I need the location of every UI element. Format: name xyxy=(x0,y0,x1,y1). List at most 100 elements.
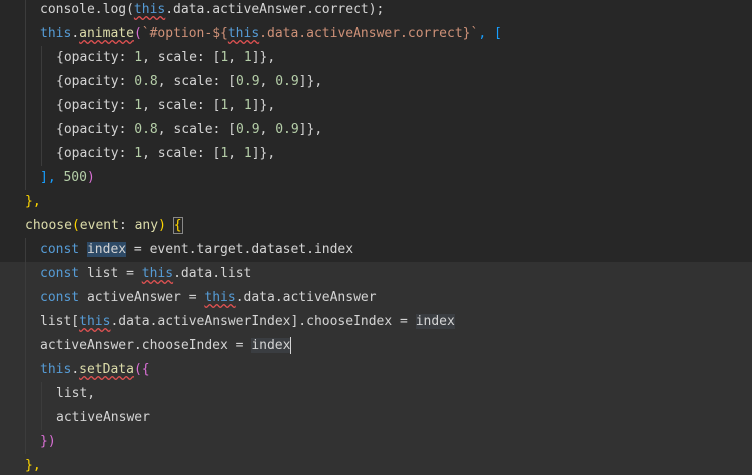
code-line[interactable]: const index = event.target.dataset.index xyxy=(0,238,752,262)
indent-guide xyxy=(25,262,26,286)
code-token: {opacity: xyxy=(56,74,135,89)
code-token: activeAnswer xyxy=(56,410,150,425)
code-token: ]}, xyxy=(251,98,276,113)
code-token: this xyxy=(40,362,72,377)
code-token: list = xyxy=(79,266,142,281)
code-token: , scale: [ xyxy=(157,122,237,137)
code-line[interactable]: choose(event: any) { xyxy=(0,214,752,238)
code-token: 1 xyxy=(134,50,143,65)
code-token: this xyxy=(79,314,111,329)
word-highlight: index xyxy=(251,338,291,353)
indent-guide xyxy=(41,94,42,118)
code-token: 0.9 xyxy=(236,122,260,137)
text-cursor xyxy=(290,337,292,354)
code-token: list, xyxy=(56,386,96,401)
code-token: 0.9 xyxy=(275,74,299,89)
code-token: = event.target.dataset.index xyxy=(126,242,354,257)
code-token: 0.9 xyxy=(275,122,299,137)
indent-guide xyxy=(25,382,26,406)
indent-guide xyxy=(41,142,42,166)
code-token: , scale: [ xyxy=(142,50,221,65)
indent-guide xyxy=(25,334,26,358)
indent-guide xyxy=(25,22,26,46)
indent-guide xyxy=(25,46,26,70)
code-token: : xyxy=(118,218,135,233)
code-token: .data.list xyxy=(173,266,252,281)
code-token: }) xyxy=(40,434,56,449)
code-line[interactable]: {opacity: 0.8, scale: [0.9, 0.9]}, xyxy=(0,70,752,94)
code-line[interactable]: list, xyxy=(0,382,752,406)
code-token: , scale: [ xyxy=(142,146,221,161)
code-token: }, xyxy=(25,194,41,209)
current-line[interactable]: activeAnswer.chooseIndex = index xyxy=(0,334,752,358)
code-token: ]}, xyxy=(298,74,323,89)
code-token: , xyxy=(228,50,244,65)
code-token: ]}, xyxy=(251,50,276,65)
code-line[interactable]: }) xyxy=(0,430,752,454)
code-token: ) xyxy=(86,170,95,185)
code-line[interactable]: this.setData({ xyxy=(0,358,752,382)
code-token: . xyxy=(71,26,80,41)
code-text: const list = this.data.list xyxy=(40,262,251,286)
code-line[interactable]: console.log(this.data.activeAnswer.corre… xyxy=(0,0,752,22)
code-line[interactable]: }, xyxy=(0,454,752,475)
code-text: this.animate(`#option-${this.data.active… xyxy=(40,22,502,46)
code-text: {opacity: 1, scale: [1, 1]}, xyxy=(56,142,275,166)
code-token: ]}, xyxy=(298,122,323,137)
code-token: this xyxy=(204,290,236,305)
indent-guide xyxy=(25,94,26,118)
indent-guide xyxy=(25,310,26,334)
indent-guide xyxy=(41,70,42,94)
code-line[interactable]: const activeAnswer = this.data.activeAns… xyxy=(0,286,752,310)
code-line[interactable]: {opacity: 1, scale: [1, 1]}, xyxy=(0,142,752,166)
code-line[interactable]: {opacity: 1, scale: [1, 1]}, xyxy=(0,46,752,70)
code-token: animate xyxy=(79,26,134,41)
code-text: const activeAnswer = this.data.activeAns… xyxy=(40,286,377,310)
indent-guide xyxy=(25,358,26,382)
indent-guide xyxy=(25,142,26,166)
code-token: , [ xyxy=(478,26,502,41)
code-token: . xyxy=(71,362,80,377)
code-editor[interactable]: console.log(this.data.activeAnswer.corre… xyxy=(0,0,752,475)
code-text: list[this.data.activeAnswerIndex].choose… xyxy=(40,310,455,334)
code-token: .data.activeAnswer xyxy=(235,290,377,305)
code-text: {opacity: 0.8, scale: [0.9, 0.9]}, xyxy=(56,118,322,142)
code-line[interactable]: list[this.data.activeAnswerIndex].choose… xyxy=(0,310,752,334)
indent-guide xyxy=(25,118,26,142)
code-line[interactable]: }, xyxy=(0,190,752,214)
code-token: ( xyxy=(71,218,80,233)
indent-guide xyxy=(41,46,42,70)
code-token: ( xyxy=(133,26,142,41)
code-text: activeAnswer xyxy=(56,406,150,430)
code-token: 1 xyxy=(243,50,252,65)
code-token: .data.activeAnswer.correct); xyxy=(165,2,385,17)
code-text: list, xyxy=(56,382,95,406)
code-text: choose(event: any) { xyxy=(25,214,183,238)
code-text: {opacity: 1, scale: [1, 1]}, xyxy=(56,94,275,118)
code-line[interactable]: {opacity: 1, scale: [1, 1]}, xyxy=(0,94,752,118)
indent-guide xyxy=(25,406,26,430)
code-token: event xyxy=(79,218,119,233)
code-token: , xyxy=(259,74,276,89)
code-token: , xyxy=(259,122,276,137)
code-text: console.log(this.data.activeAnswer.corre… xyxy=(40,0,384,22)
indent-guide xyxy=(25,70,26,94)
code-token: 0.9 xyxy=(236,74,260,89)
code-token: list[ xyxy=(40,314,80,329)
code-token: 1 xyxy=(243,98,252,113)
indent-guide xyxy=(25,286,26,310)
code-text: {opacity: 1, scale: [1, 1]}, xyxy=(56,46,275,70)
code-token: .data.activeAnswer.correct}` xyxy=(259,26,479,41)
code-token: 500 xyxy=(63,170,87,185)
code-line[interactable]: {opacity: 0.8, scale: [0.9, 0.9]}, xyxy=(0,118,752,142)
code-line[interactable]: activeAnswer xyxy=(0,406,752,430)
code-line[interactable]: this.animate(`#option-${this.data.active… xyxy=(0,22,752,46)
code-token: const xyxy=(40,242,80,257)
code-token: ) xyxy=(158,218,174,233)
code-token: , scale: [ xyxy=(142,98,221,113)
code-line[interactable]: ], 500) xyxy=(0,166,752,190)
code-line[interactable]: const list = this.data.list xyxy=(0,262,752,286)
code-token: 0.8 xyxy=(134,122,158,137)
indent-guide xyxy=(41,118,42,142)
